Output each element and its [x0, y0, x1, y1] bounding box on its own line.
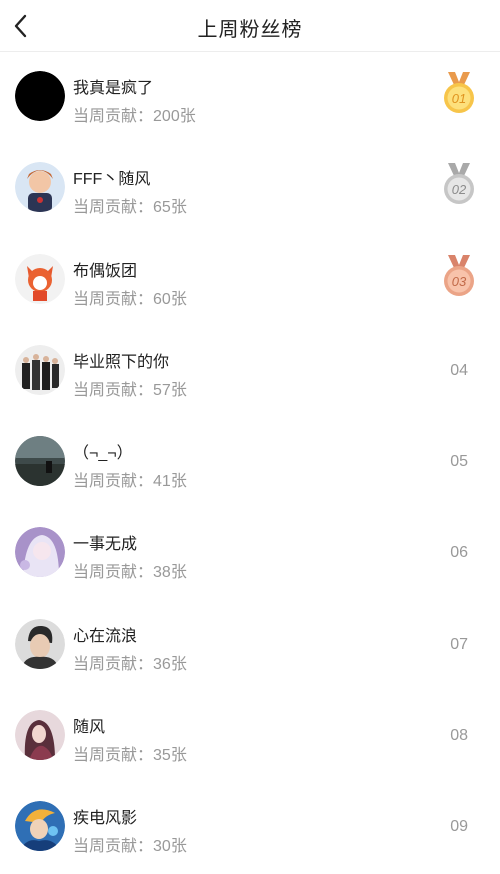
list-item[interactable]: FFF丶随风 当周贡献：65张 02 — [0, 143, 500, 234]
fan-ranking-list: 我真是疯了 当周贡献：200张 01 FFF丶随风 当周贡献：65张 02 布偶… — [0, 52, 500, 874]
svg-text:03: 03 — [452, 274, 467, 289]
rank-number: 05 — [450, 453, 468, 471]
fan-name: 疾电风影 — [73, 810, 138, 828]
contribution-text: 当周贡献：41张 — [73, 473, 187, 491]
rank-number: 06 — [450, 544, 468, 562]
contribution-text: 当周贡献：200张 — [73, 108, 196, 125]
contribution-text: 当周贡献：38张 — [73, 564, 187, 582]
gold-medal-icon: 01 — [444, 72, 474, 113]
avatar[interactable] — [15, 344, 65, 395]
fan-name: 我真是疯了 — [73, 80, 154, 97]
contribution-text: 当周贡献：30张 — [73, 838, 187, 856]
rank-number: 07 — [450, 635, 468, 653]
top-bar: 上周粉丝榜 — [0, 0, 500, 52]
fan-name: （¬_¬） — [73, 445, 133, 463]
list-item[interactable]: 一事无成 当周贡献：38张 06 — [0, 508, 500, 599]
avatar[interactable] — [15, 71, 65, 121]
fan-name: 毕业照下的你 — [73, 353, 170, 371]
avatar[interactable] — [15, 162, 65, 213]
avatar[interactable] — [15, 527, 65, 578]
avatar[interactable] — [15, 436, 65, 487]
avatar[interactable] — [15, 710, 65, 761]
list-item[interactable]: 我真是疯了 当周贡献：200张 01 — [0, 52, 500, 143]
svg-text:02: 02 — [452, 182, 467, 197]
avatar[interactable] — [15, 801, 65, 852]
fan-name: 心在流浪 — [73, 627, 138, 645]
list-item[interactable]: 疾电风影 当周贡献：30张 09 — [0, 782, 500, 873]
rank-number: 04 — [450, 361, 468, 379]
rank-number: 08 — [450, 727, 468, 745]
rank-number: 09 — [450, 818, 468, 836]
bronze-medal-icon: 03 — [444, 254, 474, 296]
avatar[interactable] — [15, 253, 65, 304]
contribution-text: 当周贡献：35张 — [73, 747, 187, 765]
page-title: 上周粉丝榜 — [197, 19, 303, 41]
silver-medal-icon: 02 — [444, 163, 474, 205]
svg-text:01: 01 — [452, 91, 466, 106]
fan-name: 随风 — [73, 719, 106, 737]
list-item[interactable]: 布偶饭团 当周贡献：60张 03 — [0, 235, 500, 326]
fan-name: FFF丶随风 — [73, 171, 151, 189]
list-item[interactable]: 毕业照下的你 当周贡献：57张 04 — [0, 326, 500, 417]
avatar[interactable] — [15, 618, 65, 669]
list-item[interactable]: 心在流浪 当周贡献：36张 07 — [0, 600, 500, 691]
contribution-text: 当周贡献：36张 — [73, 655, 187, 673]
fan-name: 布偶饭团 — [73, 262, 138, 280]
contribution-text: 当周贡献：65张 — [73, 199, 187, 217]
list-item[interactable]: 随风 当周贡献：35张 08 — [0, 691, 500, 782]
contribution-text: 当周贡献：60张 — [73, 290, 187, 308]
contribution-text: 当周贡献：57张 — [73, 381, 187, 399]
list-item[interactable]: （¬_¬） 当周贡献：41张 05 — [0, 417, 500, 508]
fan-name: 一事无成 — [73, 536, 138, 554]
